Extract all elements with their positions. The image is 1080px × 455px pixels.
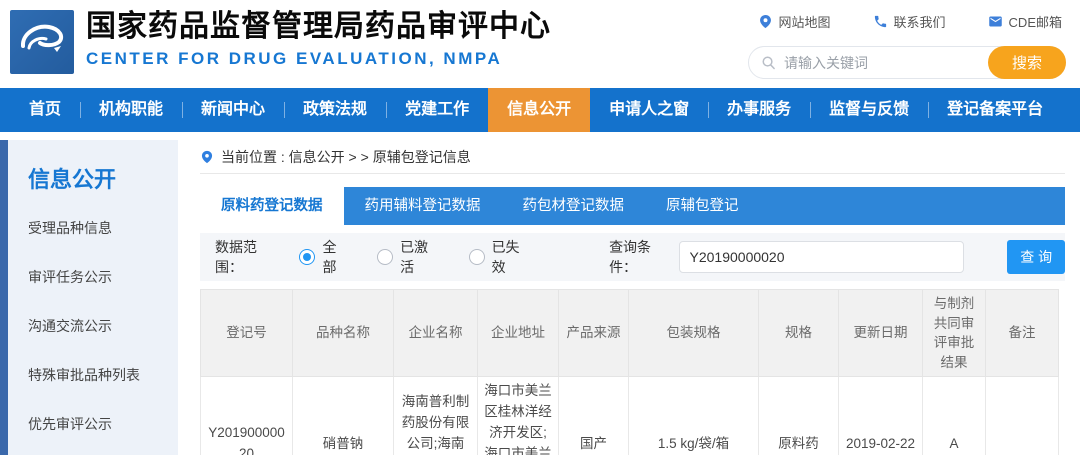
nav-item-home[interactable]: 首页	[10, 88, 80, 132]
cell-remarks	[986, 377, 1059, 455]
nav-item-info-disclosure[interactable]: 信息公开	[488, 88, 590, 132]
col-packaging-spec: 包装规格	[629, 290, 759, 377]
col-company-name: 企业名称	[394, 290, 478, 377]
radio-dot	[299, 249, 315, 265]
radio-dot	[469, 249, 485, 265]
search-icon	[761, 55, 776, 70]
contact-link[interactable]: 联系我们	[873, 12, 946, 31]
nav-item-applicant-window[interactable]: 申请人之窗	[590, 88, 708, 132]
nav-item-services[interactable]: 办事服务	[708, 88, 810, 132]
contact-label: 联系我们	[894, 12, 946, 31]
radio-activated-label: 已激活	[400, 237, 442, 277]
sidebar-item-review-tasks[interactable]: 审评任务公示	[28, 267, 178, 287]
cde-logo-swirl-icon	[10, 10, 74, 74]
sitemap-label: 网站地图	[779, 12, 831, 31]
site-subtitle: CENTER FOR DRUG EVALUATION, NMPA	[86, 49, 551, 69]
col-variety-name: 品种名称	[293, 290, 394, 377]
sidebar-title: 信息公开	[28, 162, 178, 194]
location-pin-icon	[200, 150, 214, 164]
mail-icon	[988, 14, 1003, 29]
radio-activated[interactable]: 已激活	[377, 237, 442, 277]
scope-label: 数据范围：	[215, 237, 284, 277]
mailbox-label: CDE邮箱	[1009, 12, 1062, 31]
query-label: 查询条件：	[609, 237, 678, 277]
col-update-date: 更新日期	[839, 290, 923, 377]
col-joint-review-result: 与制剂共同审评审批结果	[923, 290, 986, 377]
radio-all[interactable]: 全部	[299, 237, 350, 277]
cell-registration-no: Y20190000020	[201, 377, 293, 455]
table-row: Y20190000020 硝普钠 海南普利制药股份有限公司;海南普利制药股份有限…	[201, 377, 1059, 455]
nav-item-news-center[interactable]: 新闻中心	[182, 88, 284, 132]
content-area: 当前位置 : 信息公开 > > 原辅包登记信息 原料药登记数据 药用辅料登记数据…	[200, 140, 1065, 455]
query-button[interactable]: 查 询	[1007, 240, 1065, 274]
main-nav: 首页 机构职能 新闻中心 政策法规 党建工作 信息公开 申请人之窗 办事服务 监…	[0, 88, 1080, 132]
tab-packaging-material-data[interactable]: 药包材登记数据	[502, 187, 646, 225]
mailbox-link[interactable]: CDE邮箱	[988, 12, 1062, 31]
cell-company-address: 海口市美兰区桂林洋经济开发区;海口市美兰区桂林洋经济开发区	[478, 377, 559, 455]
sidebar-item-priority-review[interactable]: 优先审评公示	[28, 414, 178, 434]
main-area: 信息公开 受理品种信息 审评任务公示 沟通交流公示 特殊审批品种列表 优先审评公…	[0, 140, 1080, 455]
cde-logo	[10, 10, 74, 74]
col-product-source: 产品来源	[559, 290, 629, 377]
search-button[interactable]: 搜索	[988, 46, 1066, 79]
sidebar-item-communication[interactable]: 沟通交流公示	[28, 316, 178, 336]
table-header-row: 登记号 品种名称 企业名称 企业地址 产品来源 包装规格 规格 更新日期 与制剂…	[201, 290, 1059, 377]
sidebar-item-accepted-varieties[interactable]: 受理品种信息	[28, 218, 178, 238]
tab-bar: 原料药登记数据 药用辅料登记数据 药包材登记数据 原辅包登记	[200, 187, 1065, 225]
tab-api-registration-data[interactable]: 原料药登记数据	[200, 187, 344, 225]
radio-all-label: 全部	[322, 237, 350, 277]
sitemap-link[interactable]: 网站地图	[758, 12, 831, 31]
cell-company-name: 海南普利制药股份有限公司;海南普利制药股份有限公司	[394, 377, 478, 455]
tab-excipient-registration-data[interactable]: 药用辅料登记数据	[344, 187, 502, 225]
cell-update-date: 2019-02-22	[839, 377, 923, 455]
nav-item-registration-platform[interactable]: 登记备案平台	[928, 88, 1062, 132]
cell-product-source: 国产	[559, 377, 629, 455]
left-accent-strip	[0, 140, 8, 455]
cell-variety-name: 硝普钠	[293, 377, 394, 455]
col-remarks: 备注	[986, 290, 1059, 377]
nav-item-agency-functions[interactable]: 机构职能	[80, 88, 182, 132]
nav-item-policies-regulations[interactable]: 政策法规	[284, 88, 386, 132]
nav-item-party-building[interactable]: 党建工作	[386, 88, 488, 132]
page: 国家药品监督管理局药品审评中心 CENTER FOR DRUG EVALUATI…	[0, 0, 1080, 455]
radio-expired[interactable]: 已失效	[469, 237, 534, 277]
sidebar: 信息公开 受理品种信息 审评任务公示 沟通交流公示 特殊审批品种列表 优先审评公…	[8, 140, 178, 455]
location-pin-icon	[758, 14, 773, 29]
cell-packaging-spec: 1.5 kg/袋/箱	[629, 377, 759, 455]
filter-bar: 数据范围： 全部 已激活 已失效 查询条件： 查 询	[200, 233, 1065, 281]
site-header: 国家药品监督管理局药品审评中心 CENTER FOR DRUG EVALUATI…	[0, 0, 1080, 88]
results-table: 登记号 品种名称 企业名称 企业地址 产品来源 包装规格 规格 更新日期 与制剂…	[200, 289, 1059, 455]
nav-item-supervision-feedback[interactable]: 监督与反馈	[810, 88, 928, 132]
site-search: 搜索	[748, 46, 1066, 79]
site-titles: 国家药品监督管理局药品审评中心 CENTER FOR DRUG EVALUATI…	[86, 9, 551, 69]
breadcrumb-text: 当前位置 : 信息公开 > > 原辅包登记信息	[221, 147, 471, 167]
col-company-address: 企业地址	[478, 290, 559, 377]
radio-dot	[377, 249, 393, 265]
cell-joint-review-result: A	[923, 377, 986, 455]
query-input[interactable]	[679, 241, 965, 273]
quick-links: 网站地图 联系我们 CDE邮箱	[758, 12, 1062, 31]
site-title: 国家药品监督管理局药品审评中心	[86, 9, 551, 45]
tab-raw-aux-pack-registration[interactable]: 原辅包登记	[645, 187, 760, 225]
sidebar-item-special-approval-list[interactable]: 特殊审批品种列表	[28, 365, 178, 385]
breadcrumb: 当前位置 : 信息公开 > > 原辅包登记信息	[200, 140, 1065, 174]
radio-expired-label: 已失效	[492, 237, 534, 277]
cell-spec: 原料药	[759, 377, 839, 455]
col-registration-no: 登记号	[201, 290, 293, 377]
col-spec: 规格	[759, 290, 839, 377]
phone-icon	[873, 14, 888, 29]
